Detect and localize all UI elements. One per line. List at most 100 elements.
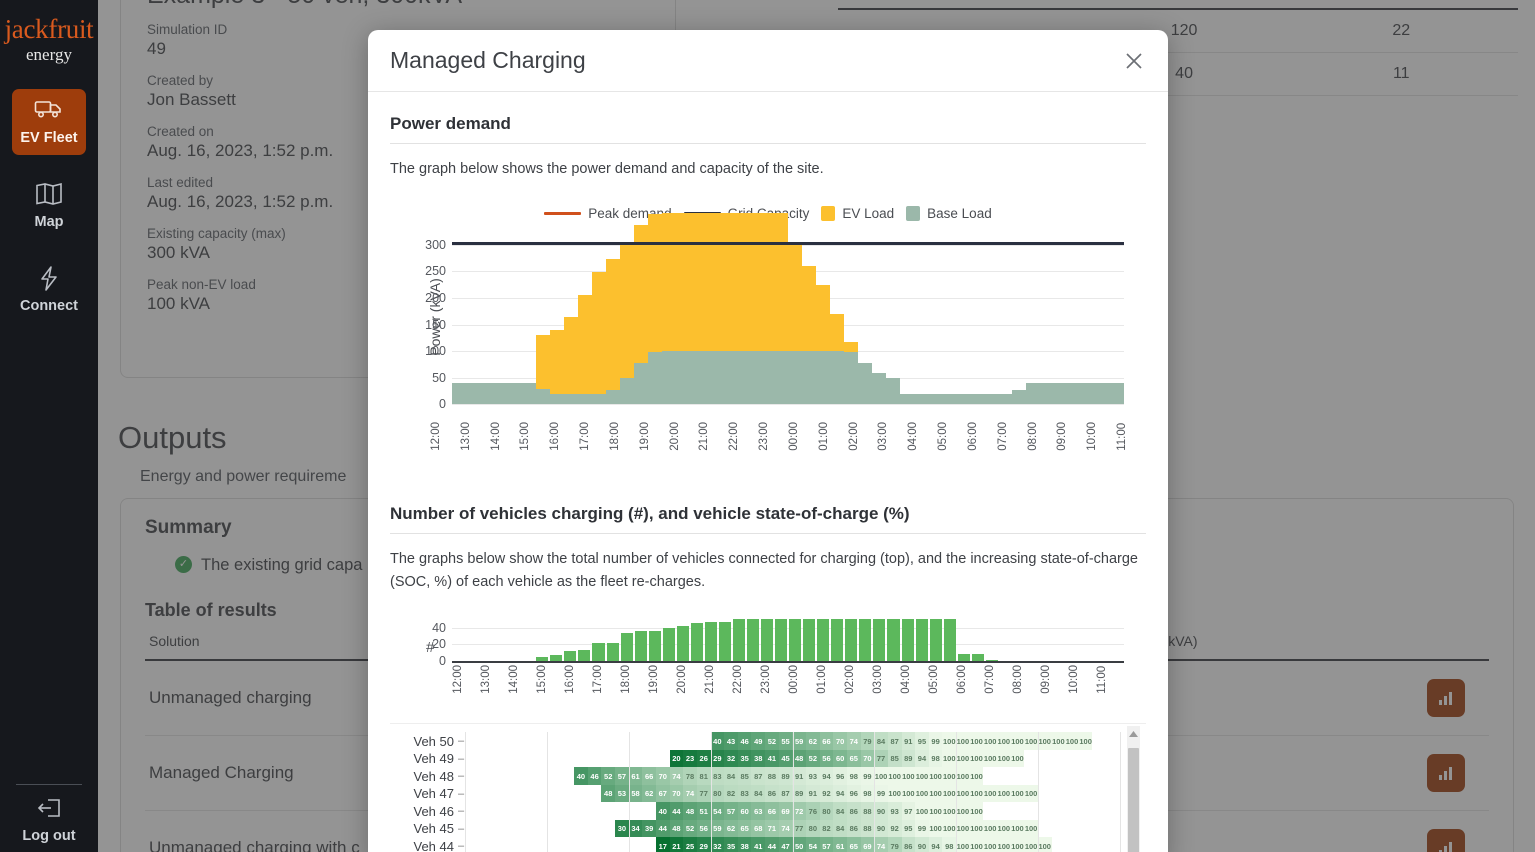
- ev-load-segment: [774, 212, 788, 352]
- heatmap-cell: [465, 785, 479, 803]
- heatmap-cell: [520, 837, 534, 852]
- heatmap-cell: 89: [792, 784, 807, 803]
- logout-button[interactable]: Log out: [0, 784, 98, 844]
- heatmap-row-tick: –: [458, 735, 465, 748]
- power-bar-column: [564, 239, 578, 405]
- heatmap-cell: 92: [887, 819, 902, 838]
- heatmap-cell: [997, 802, 1011, 820]
- heatmap-cell: [560, 732, 574, 750]
- vehicle-bar: [648, 630, 661, 662]
- legend-swatch: [906, 206, 921, 222]
- x-tick-wrap: 16:00: [549, 422, 579, 451]
- heatmap-cell: [1038, 820, 1052, 838]
- sidebar-item-connect[interactable]: Connect: [12, 257, 86, 323]
- heatmap-cell: 51: [696, 802, 711, 820]
- heatmap-gridline: [956, 749, 958, 768]
- heatmap-gridline: [710, 749, 712, 768]
- heatmap-cell: 80: [710, 784, 725, 803]
- heatmap-cell: [629, 732, 643, 750]
- base-load-segment: [732, 351, 746, 405]
- heatmap-cell: 100: [956, 784, 970, 803]
- heatmap-cell: 44: [765, 837, 779, 852]
- modal-body: Power demand The graph below shows the p…: [368, 92, 1168, 852]
- x-axis-tick: 09:00: [1056, 422, 1069, 451]
- x-tick-wrap: 03:00: [872, 665, 900, 694]
- base-load-segment: [550, 393, 564, 405]
- heatmap-cell: [533, 820, 547, 838]
- heatmap-cell: 48: [683, 802, 697, 820]
- heatmap-gridline: [628, 749, 630, 768]
- heatmap-cell: 99: [860, 767, 875, 785]
- heatmap-cell: 91: [806, 784, 820, 803]
- x-tick-wrap: 19:00: [648, 665, 676, 694]
- close-icon[interactable]: [1119, 46, 1149, 76]
- heatmap-cell: [560, 820, 574, 838]
- heatmap-cell: [1106, 802, 1120, 820]
- reference-line-grid-capacity: [452, 241, 1124, 245]
- scroll-up-icon[interactable]: [1127, 728, 1140, 740]
- vehicle-bar: [662, 628, 675, 662]
- heatmap-cell: 100: [956, 819, 970, 838]
- x-axis-tick: 03:00: [872, 665, 884, 695]
- logout-icon: [0, 797, 98, 823]
- heatmap-cell: [1052, 837, 1066, 852]
- sidebar-item-map[interactable]: Map: [12, 173, 86, 239]
- x-axis-tick: 13:00: [480, 665, 492, 695]
- vehicle-bar: [859, 619, 872, 662]
- power-bar-column: [676, 212, 690, 405]
- heatmap-cell: [629, 750, 643, 768]
- base-load-segment: [746, 351, 760, 405]
- x-axis-tick: 13:00: [459, 422, 472, 451]
- base-load-segment: [984, 393, 998, 405]
- heatmap-gridline: [465, 802, 466, 820]
- soc-heatmap: Veh 50–40 43 46 49 52 55 59 62 66 70 74 79 84 87 91 95 9…: [390, 723, 1146, 852]
- heatmap-gridline: [874, 784, 876, 803]
- heatmap-cell: [1092, 837, 1106, 852]
- heatmap-cell: 77: [874, 749, 888, 768]
- base-load-segment: [606, 389, 620, 405]
- base-load-segment: [858, 362, 872, 405]
- heatmap-cell: [601, 837, 615, 852]
- x-tick-wrap: 10:00: [1086, 422, 1116, 451]
- heatmap-cell: 91: [901, 732, 916, 750]
- heatmap-cells: 40 44 48 51 54 57 60 63 66 69 72 76 80 84 86 88 90 93 97 10…: [465, 802, 1121, 820]
- heatmap-cell: 40: [710, 732, 725, 750]
- heatmap-scrollbar[interactable]: [1127, 726, 1140, 852]
- heatmap-cell: 100: [915, 784, 929, 803]
- heatmap-cell: [1079, 837, 1093, 852]
- heatmap-cell: [547, 820, 561, 838]
- heatmap-cell: [506, 785, 520, 803]
- heatmap-cell: [588, 820, 602, 838]
- x-tick-wrap: 20:00: [676, 665, 704, 694]
- heatmap-cell: 100: [1024, 819, 1038, 838]
- ev-load-segment: [536, 335, 550, 389]
- vehicle-bar: [803, 619, 816, 662]
- heatmap-cell: [492, 837, 506, 852]
- heatmap-row-label: Veh 50: [413, 733, 455, 749]
- heatmap-cell: 62: [724, 819, 738, 838]
- heatmap-cell: 87: [778, 784, 793, 803]
- ev-load-segment: [704, 212, 718, 352]
- heatmap-cell: [1079, 750, 1093, 768]
- heatmap-cell: 41: [751, 837, 766, 852]
- heatmap-cell: 100: [901, 784, 916, 803]
- power-bar-column: [578, 239, 592, 405]
- sidebar-item-ev-fleet[interactable]: EV Fleet: [12, 88, 86, 155]
- power-bar-column: [858, 239, 872, 405]
- heatmap-cell: 57: [819, 837, 834, 852]
- heatmap-gridline: [1120, 767, 1121, 785]
- heatmap-cell: [560, 767, 574, 785]
- heatmap-cell: 100: [1010, 732, 1025, 750]
- heatmap-cell: [465, 750, 479, 768]
- heatmap-cell: 100: [956, 802, 970, 820]
- heatmap-gridline: [1120, 732, 1121, 750]
- x-tick-wrap: 01:00: [816, 665, 844, 694]
- base-load-segment: [1082, 383, 1096, 405]
- heatmap-cell: 68: [751, 819, 766, 838]
- heatmap-row-label: Veh 47: [413, 786, 455, 802]
- heatmap-cell: [547, 750, 561, 768]
- x-axis-tick: 06:00: [956, 665, 968, 695]
- gridline: [452, 404, 1124, 406]
- ev-load-segment: [662, 212, 676, 352]
- scrollbar-thumb[interactable]: [1128, 748, 1139, 852]
